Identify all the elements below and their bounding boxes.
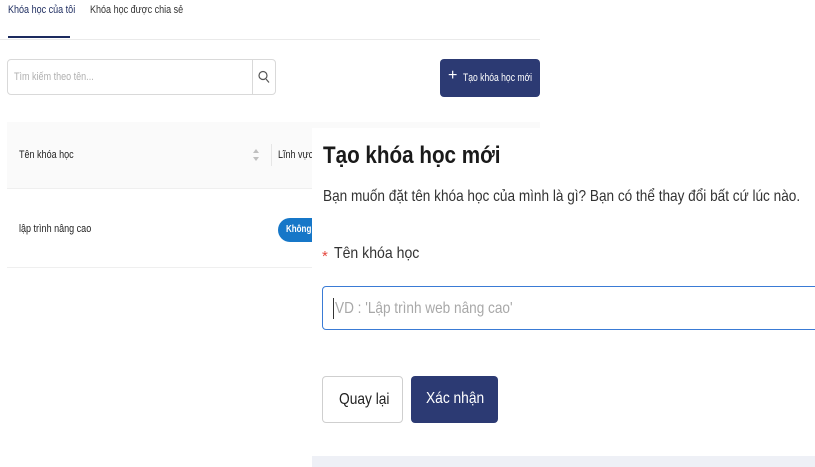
back-button-label: Quay lại — [339, 391, 390, 408]
search-divider — [252, 60, 253, 94]
active-tab-indicator — [8, 36, 70, 38]
column-header-course-name[interactable]: Tên khóa học — [19, 149, 74, 161]
text-caret — [333, 298, 334, 319]
column-header-field: Lĩnh vực — [278, 149, 314, 161]
create-course-button[interactable]: + Tạo khóa học mới — [440, 59, 540, 97]
course-name-input[interactable]: VD : 'Lập trình web nâng cao' — [322, 286, 815, 330]
create-course-label: Tạo khóa học mới — [463, 72, 533, 84]
search-input[interactable]: Tìm kiếm theo tên... — [14, 71, 94, 83]
modal-title: Tạo khóa học mới — [323, 142, 501, 169]
course-tabs: Khóa học của tôi Khóa học được chia sẻ — [0, 0, 540, 40]
back-button[interactable]: Quay lại — [322, 376, 403, 423]
search-icon[interactable] — [257, 69, 271, 85]
column-separator — [271, 144, 272, 166]
sort-icon[interactable] — [252, 147, 260, 163]
tab-shared-courses[interactable]: Khóa học được chia sẻ — [90, 4, 183, 16]
tab-my-courses[interactable]: Khóa học của tôi — [8, 4, 75, 16]
plus-icon: + — [448, 67, 458, 84]
modal-description: Bạn muốn đặt tên khóa học của mình là gì… — [323, 188, 801, 205]
search-box[interactable]: Tìm kiếm theo tên... — [7, 59, 276, 95]
course-name-cell[interactable]: lập trình nâng cao — [19, 223, 91, 235]
modal-footer — [312, 456, 815, 467]
confirm-button-label: Xác nhận — [426, 390, 485, 407]
create-course-modal: Tạo khóa học mới Bạn muốn đặt tên khóa h… — [312, 128, 815, 467]
required-mark: * — [322, 248, 328, 265]
course-name-placeholder: VD : 'Lập trình web nâng cao' — [335, 300, 513, 317]
confirm-button[interactable]: Xác nhận — [411, 376, 498, 423]
course-name-label: Tên khóa học — [334, 245, 420, 262]
